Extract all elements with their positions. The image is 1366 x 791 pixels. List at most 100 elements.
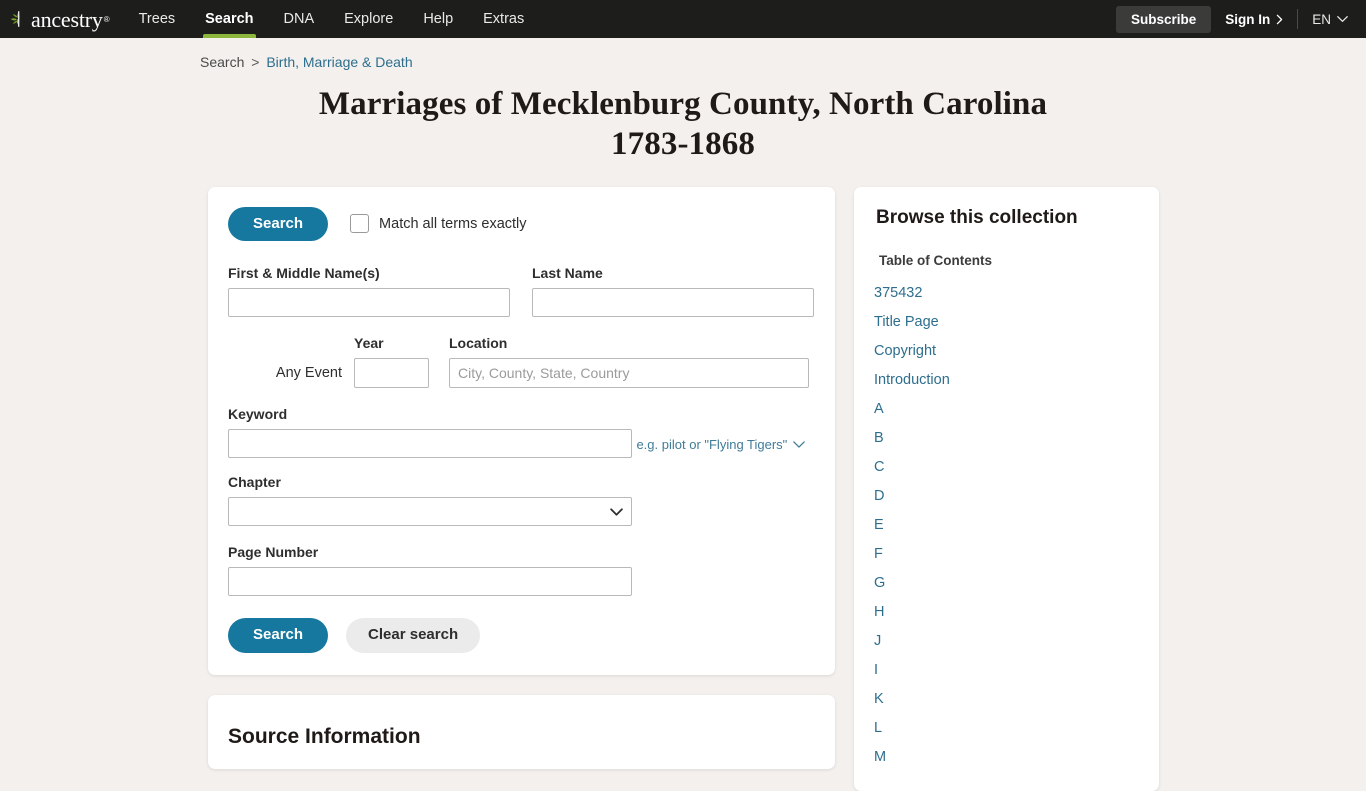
- toc-link-l[interactable]: L: [874, 720, 882, 736]
- nav-item-extras[interactable]: Extras: [468, 0, 539, 38]
- chapter-select-wrap: [228, 497, 632, 526]
- page-title-line2: 1783-1868: [611, 126, 755, 163]
- logo-trademark: ®: [103, 14, 110, 24]
- page-number-input[interactable]: [228, 567, 632, 596]
- keyword-label: Keyword: [228, 406, 288, 422]
- match-all-terms-checkbox[interactable]: [350, 214, 370, 234]
- toc-link-a[interactable]: A: [874, 401, 884, 417]
- breadcrumb-birth-marriage-death[interactable]: Birth, Marriage & Death: [266, 54, 412, 70]
- keyword-hint-text: e.g. pilot or "Flying Tigers": [636, 436, 788, 452]
- event-input-row: Any Event: [228, 358, 815, 388]
- location-group: [449, 358, 809, 388]
- list-item: F: [874, 545, 1139, 563]
- page-title: Marriages of Mecklenburg County, North C…: [233, 84, 1133, 165]
- page-content: Search Match all terms exactly First & M…: [0, 186, 1366, 791]
- chapter-label: Chapter: [228, 474, 281, 490]
- ancestry-logo-text: ancestry: [31, 7, 103, 32]
- toc-link-b[interactable]: B: [874, 430, 884, 446]
- sidebar-column: Browse this collection Table of Contents…: [854, 186, 1159, 791]
- keyword-block: Keyword e.g. pilot or "Flying Tigers": [228, 406, 815, 458]
- location-label: Location: [449, 335, 508, 351]
- nav-item-search[interactable]: Search: [190, 0, 268, 38]
- chevron-down-icon: [1337, 15, 1348, 23]
- year-label: Year: [354, 335, 384, 351]
- toc-link-g[interactable]: G: [874, 575, 885, 591]
- clear-search-button[interactable]: Clear search: [346, 618, 481, 653]
- search-submit-button[interactable]: Search: [228, 618, 329, 653]
- browse-collection-card: Browse this collection Table of Contents…: [854, 186, 1159, 791]
- page-number-block: Page Number: [228, 544, 815, 596]
- first-name-label: First & Middle Name(s): [228, 265, 380, 281]
- list-item: E: [874, 516, 1139, 534]
- toc-link-introduction[interactable]: Introduction: [874, 372, 950, 388]
- toc-link-copyright[interactable]: Copyright: [874, 343, 936, 359]
- last-name-input[interactable]: [532, 288, 814, 317]
- toc-link-e[interactable]: E: [874, 517, 884, 533]
- year-group: [354, 358, 429, 388]
- match-all-terms-row: Match all terms exactly: [350, 214, 527, 234]
- toc-link-d[interactable]: D: [874, 488, 884, 504]
- search-top-row: Search Match all terms exactly: [228, 206, 815, 241]
- ancestry-leaf-icon: [8, 8, 30, 30]
- nav-item-dna[interactable]: DNA: [269, 0, 330, 38]
- list-item: Introduction: [874, 371, 1139, 389]
- breadcrumb-separator: >: [251, 54, 260, 70]
- list-item: K: [874, 690, 1139, 708]
- nav-item-trees[interactable]: Trees: [124, 0, 191, 38]
- toc-link-title-page[interactable]: Title Page: [874, 314, 939, 330]
- list-item: I: [874, 661, 1139, 679]
- sign-in-label: Sign In: [1225, 11, 1271, 27]
- toc-link-j[interactable]: J: [874, 633, 881, 649]
- ancestry-logo[interactable]: ancestry ®: [0, 0, 124, 38]
- toc-link-375432[interactable]: 375432: [874, 285, 922, 301]
- list-item: H: [874, 603, 1139, 621]
- page-title-line1: Marriages of Mecklenburg County, North C…: [318, 86, 1048, 122]
- search-form-card: Search Match all terms exactly First & M…: [208, 186, 835, 675]
- list-item: B: [874, 429, 1139, 447]
- chevron-down-icon: [793, 437, 806, 452]
- source-information-card: Source Information: [208, 694, 835, 769]
- nav-item-help[interactable]: Help: [408, 0, 468, 38]
- any-event-block: Year Location Any Event: [228, 335, 815, 388]
- toc-link-k[interactable]: K: [874, 691, 884, 707]
- language-selector[interactable]: EN: [1298, 12, 1356, 27]
- primary-nav-items: Trees Search DNA Explore Help Extras: [124, 0, 540, 38]
- top-navigation-bar: ancestry ® Trees Search DNA Explore Help…: [0, 0, 1366, 38]
- table-of-contents-list: 375432 Title Page Copyright Introduction…: [874, 284, 1139, 766]
- last-name-label: Last Name: [532, 265, 603, 281]
- nav-item-explore[interactable]: Explore: [329, 0, 408, 38]
- list-item: D: [874, 487, 1139, 505]
- list-item: A: [874, 400, 1139, 418]
- match-all-terms-label[interactable]: Match all terms exactly: [379, 216, 526, 232]
- first-name-input[interactable]: [228, 288, 510, 317]
- main-column: Search Match all terms exactly First & M…: [208, 186, 835, 769]
- nav-right-group: Subscribe Sign In EN: [1115, 0, 1366, 38]
- list-item: M: [874, 748, 1139, 766]
- chapter-select[interactable]: [228, 497, 632, 526]
- toc-link-i[interactable]: I: [874, 662, 878, 678]
- list-item: 375432: [874, 284, 1139, 302]
- keyword-input[interactable]: [228, 429, 632, 458]
- search-button-top[interactable]: Search: [228, 206, 329, 241]
- list-item: Title Page: [874, 313, 1139, 331]
- location-input[interactable]: [449, 358, 809, 388]
- any-event-label: Any Event: [275, 365, 342, 381]
- chevron-right-icon: [1276, 14, 1283, 25]
- name-fields-row: First & Middle Name(s) Last Name: [228, 265, 815, 317]
- year-input[interactable]: [354, 358, 429, 388]
- toc-link-c[interactable]: C: [874, 459, 884, 475]
- form-button-row: Search Clear search: [228, 618, 815, 653]
- breadcrumb-search[interactable]: Search: [200, 54, 244, 70]
- list-item: C: [874, 458, 1139, 476]
- first-name-group: First & Middle Name(s): [228, 265, 510, 317]
- toc-link-f[interactable]: F: [874, 546, 883, 562]
- toc-link-h[interactable]: H: [874, 604, 884, 620]
- list-item: Copyright: [874, 342, 1139, 360]
- browse-collection-title: Browse this collection: [876, 206, 1078, 228]
- subscribe-button[interactable]: Subscribe: [1115, 5, 1212, 33]
- sign-in-button[interactable]: Sign In: [1211, 12, 1297, 27]
- toc-link-m[interactable]: M: [874, 749, 886, 765]
- last-name-group: Last Name: [532, 265, 814, 317]
- keyword-hint-toggle[interactable]: e.g. pilot or "Flying Tigers": [636, 436, 806, 452]
- list-item: J: [874, 632, 1139, 650]
